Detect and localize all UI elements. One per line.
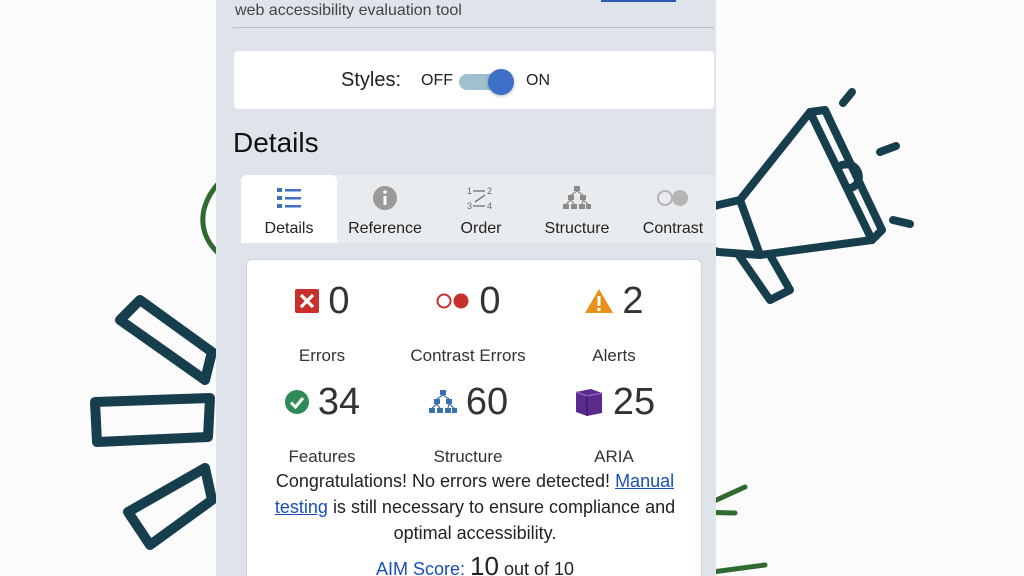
errors-label: Errors bbox=[298, 346, 346, 365]
testing-link-text: testing bbox=[274, 497, 328, 517]
styles-off-label: OFF bbox=[421, 72, 453, 89]
contrast-errors-label: Contrast Errors bbox=[410, 346, 526, 365]
contrast-errors-count: 0 bbox=[479, 279, 501, 322]
tab-order[interactable]: 1 2 3 4 Order bbox=[433, 175, 529, 243]
check-circle-icon bbox=[284, 390, 309, 414]
styles-toggle-switch[interactable] bbox=[459, 69, 517, 95]
svg-text:1: 1 bbox=[467, 186, 472, 196]
aim-score-label[interactable]: AIM Score: bbox=[376, 559, 465, 576]
tab-label: Details bbox=[264, 220, 314, 237]
info-icon bbox=[373, 186, 397, 210]
tab-details[interactable]: Details bbox=[241, 175, 337, 243]
styles-label: Styles: bbox=[341, 69, 402, 91]
message-text-before: Congratulations! No errors were detected… bbox=[275, 471, 611, 491]
svg-text:3: 3 bbox=[467, 201, 472, 211]
features-count: 34 bbox=[317, 380, 361, 423]
features-summary[interactable]: 34 Features bbox=[247, 381, 397, 471]
results-message: Congratulations! No errors were detected… bbox=[247, 468, 703, 546]
contrast-error-icon bbox=[436, 293, 469, 309]
tab-structure[interactable]: Structure bbox=[529, 175, 625, 243]
structure-count: 60 bbox=[465, 380, 509, 423]
alerts-summary[interactable]: 2 Alerts bbox=[539, 280, 689, 370]
svg-text:4: 4 bbox=[487, 201, 492, 211]
message-text-after: is still necessary to ensure compliance … bbox=[332, 497, 676, 543]
aim-score: AIM Score: 10 out of 10 bbox=[247, 551, 703, 576]
error-x-icon bbox=[295, 289, 320, 313]
tab-reference[interactable]: Reference bbox=[337, 175, 433, 243]
aim-score-value: 10 bbox=[470, 551, 499, 576]
divider bbox=[233, 27, 714, 28]
aria-summary[interactable]: 25 ARIA bbox=[539, 381, 689, 471]
aria-cube-icon bbox=[575, 389, 603, 416]
alerts-count: 2 bbox=[622, 279, 644, 322]
tab-label: Order bbox=[460, 220, 502, 237]
tab-bar: Details Reference 1 2 3 4 Order Structur… bbox=[241, 175, 716, 243]
wave-panel: web accessibility evaluation tool Styles… bbox=[216, 0, 716, 576]
hierarchy-icon bbox=[428, 390, 457, 413]
styles-on-label: ON bbox=[526, 72, 550, 89]
alerts-label: Alerts bbox=[592, 346, 636, 365]
tab-label: Contrast bbox=[642, 220, 704, 237]
toggle-knob bbox=[488, 69, 514, 95]
aria-count: 25 bbox=[612, 380, 656, 423]
aim-score-suffix: out of 10 bbox=[503, 559, 575, 576]
styles-toggle-card: Styles: OFF ON bbox=[234, 51, 714, 109]
header-link-underline[interactable] bbox=[601, 0, 676, 2]
alert-triangle-icon bbox=[585, 289, 614, 313]
contrast-icon bbox=[657, 190, 688, 206]
hierarchy-icon bbox=[563, 186, 591, 209]
aria-label: ARIA bbox=[594, 447, 634, 466]
tool-subtitle: web accessibility evaluation tool bbox=[235, 2, 462, 19]
manual-link-text: Manual bbox=[615, 471, 675, 491]
structure-summary[interactable]: 60 Structure bbox=[393, 381, 543, 471]
sunburst-decoration bbox=[90, 295, 217, 550]
features-label: Features bbox=[288, 447, 356, 466]
tab-label: Reference bbox=[348, 220, 422, 237]
svg-text:2: 2 bbox=[487, 186, 492, 196]
structure-label: Structure bbox=[433, 447, 503, 466]
errors-summary[interactable]: 0 Errors bbox=[247, 280, 397, 370]
list-icon bbox=[277, 188, 301, 208]
tab-contrast[interactable]: Contrast bbox=[625, 175, 716, 243]
tab-label: Structure bbox=[544, 220, 610, 237]
contrast-errors-summary[interactable]: 0 Contrast Errors bbox=[393, 280, 543, 370]
details-summary-panel: 0 Errors 0 Contrast Errors 2 Alerts 34 F… bbox=[246, 259, 702, 576]
section-heading: Details bbox=[233, 127, 319, 158]
errors-count: 0 bbox=[328, 279, 350, 322]
megaphone-icon bbox=[697, 88, 914, 304]
order-icon: 1 2 3 4 bbox=[467, 186, 492, 211]
